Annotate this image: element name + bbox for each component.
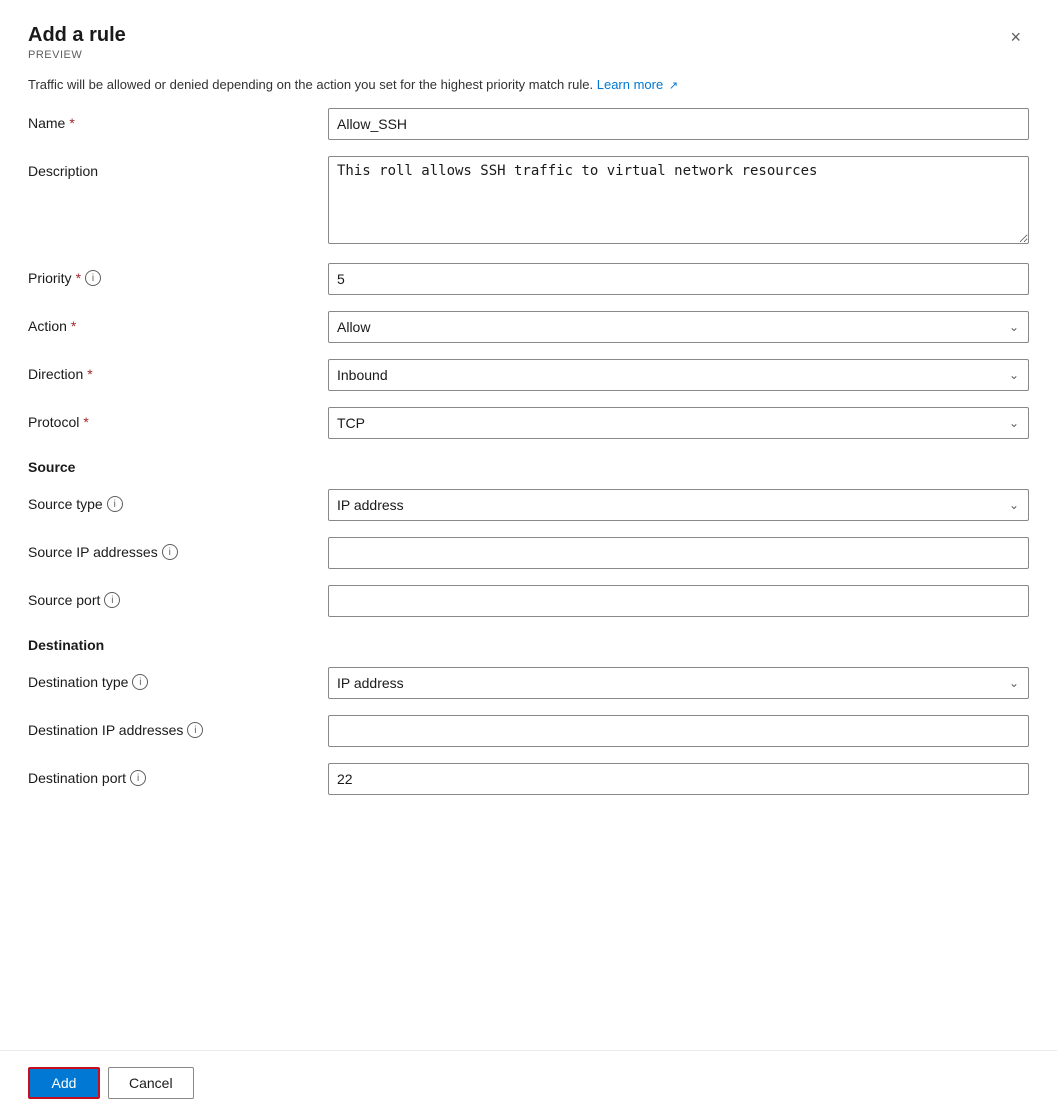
action-row: Action * Allow Deny ⌄ bbox=[28, 311, 1029, 343]
name-input[interactable] bbox=[328, 108, 1029, 140]
direction-select-wrapper: Inbound Outbound ⌄ bbox=[328, 359, 1029, 391]
protocol-select[interactable]: TCP UDP Any bbox=[328, 407, 1029, 439]
source-ip-row: Source IP addresses i bbox=[28, 537, 1029, 569]
external-link-icon: ↗ bbox=[669, 80, 678, 92]
action-select-wrapper: Allow Deny ⌄ bbox=[328, 311, 1029, 343]
direction-required: * bbox=[87, 366, 92, 382]
dest-ip-input[interactable] bbox=[328, 715, 1029, 747]
source-type-select-wrapper: IP address Service Tag Application secur… bbox=[328, 489, 1029, 521]
priority-row: Priority * i bbox=[28, 263, 1029, 295]
protocol-row: Protocol * TCP UDP Any ⌄ bbox=[28, 407, 1029, 439]
name-required: * bbox=[69, 115, 74, 131]
direction-select[interactable]: Inbound Outbound bbox=[328, 359, 1029, 391]
dest-type-control: IP address Service Tag Application secur… bbox=[328, 667, 1029, 699]
protocol-select-wrapper: TCP UDP Any ⌄ bbox=[328, 407, 1029, 439]
action-control: Allow Deny ⌄ bbox=[328, 311, 1029, 343]
info-text: Traffic will be allowed or denied depend… bbox=[28, 77, 593, 92]
name-label: Name * bbox=[28, 108, 328, 131]
dialog-header: Add a rule PREVIEW × bbox=[0, 0, 1057, 69]
protocol-label: Protocol * bbox=[28, 407, 328, 430]
priority-label: Priority * i bbox=[28, 263, 328, 286]
learn-more-link[interactable]: Learn more ↗ bbox=[597, 77, 678, 92]
action-label: Action * bbox=[28, 311, 328, 334]
protocol-required: * bbox=[83, 414, 88, 430]
dest-type-select-wrapper: IP address Service Tag Application secur… bbox=[328, 667, 1029, 699]
source-ip-control bbox=[328, 537, 1029, 569]
priority-info-icon: i bbox=[85, 270, 101, 286]
dialog-subtitle: PREVIEW bbox=[28, 49, 126, 61]
description-label: Description bbox=[28, 156, 328, 179]
source-ip-input[interactable] bbox=[328, 537, 1029, 569]
direction-control: Inbound Outbound ⌄ bbox=[328, 359, 1029, 391]
dest-port-row: Destination port i bbox=[28, 763, 1029, 795]
dest-port-control bbox=[328, 763, 1029, 795]
source-port-control bbox=[328, 585, 1029, 617]
protocol-control: TCP UDP Any ⌄ bbox=[328, 407, 1029, 439]
add-button[interactable]: Add bbox=[28, 1067, 100, 1099]
source-port-label: Source port i bbox=[28, 585, 328, 608]
source-type-label: Source type i bbox=[28, 489, 328, 512]
description-input[interactable] bbox=[328, 156, 1029, 244]
info-bar: Traffic will be allowed or denied depend… bbox=[0, 69, 1057, 108]
form-body: Name * Description Priority * i bbox=[0, 108, 1057, 1042]
source-ip-info-icon: i bbox=[162, 544, 178, 560]
source-port-row: Source port i bbox=[28, 585, 1029, 617]
action-select[interactable]: Allow Deny bbox=[328, 311, 1029, 343]
cancel-button[interactable]: Cancel bbox=[108, 1067, 194, 1099]
direction-row: Direction * Inbound Outbound ⌄ bbox=[28, 359, 1029, 391]
source-heading: Source bbox=[28, 459, 1029, 475]
dest-port-info-icon: i bbox=[130, 770, 146, 786]
priority-required: * bbox=[76, 270, 81, 286]
dest-ip-info-icon: i bbox=[187, 722, 203, 738]
priority-input[interactable] bbox=[328, 263, 1029, 295]
add-rule-dialog: Add a rule PREVIEW × Traffic will be all… bbox=[0, 0, 1057, 1115]
destination-heading: Destination bbox=[28, 637, 1029, 653]
dest-port-label: Destination port i bbox=[28, 763, 328, 786]
close-button[interactable]: × bbox=[1002, 24, 1029, 50]
source-port-input[interactable] bbox=[328, 585, 1029, 617]
source-type-row: Source type i IP address Service Tag App… bbox=[28, 489, 1029, 521]
dialog-footer: Add Cancel bbox=[0, 1050, 1057, 1115]
dest-type-row: Destination type i IP address Service Ta… bbox=[28, 667, 1029, 699]
name-row: Name * bbox=[28, 108, 1029, 140]
source-port-info-icon: i bbox=[104, 592, 120, 608]
dest-port-input[interactable] bbox=[328, 763, 1029, 795]
priority-control bbox=[328, 263, 1029, 295]
name-control bbox=[328, 108, 1029, 140]
dest-type-label: Destination type i bbox=[28, 667, 328, 690]
dest-ip-control bbox=[328, 715, 1029, 747]
source-type-control: IP address Service Tag Application secur… bbox=[328, 489, 1029, 521]
description-row: Description bbox=[28, 156, 1029, 247]
source-ip-label: Source IP addresses i bbox=[28, 537, 328, 560]
direction-label: Direction * bbox=[28, 359, 328, 382]
dialog-title: Add a rule bbox=[28, 24, 126, 47]
dest-ip-label: Destination IP addresses i bbox=[28, 715, 328, 738]
description-control bbox=[328, 156, 1029, 247]
dest-type-info-icon: i bbox=[132, 674, 148, 690]
dest-ip-row: Destination IP addresses i bbox=[28, 715, 1029, 747]
source-type-info-icon: i bbox=[107, 496, 123, 512]
title-block: Add a rule PREVIEW bbox=[28, 24, 126, 61]
dest-type-select[interactable]: IP address Service Tag Application secur… bbox=[328, 667, 1029, 699]
action-required: * bbox=[71, 318, 76, 334]
source-type-select[interactable]: IP address Service Tag Application secur… bbox=[328, 489, 1029, 521]
